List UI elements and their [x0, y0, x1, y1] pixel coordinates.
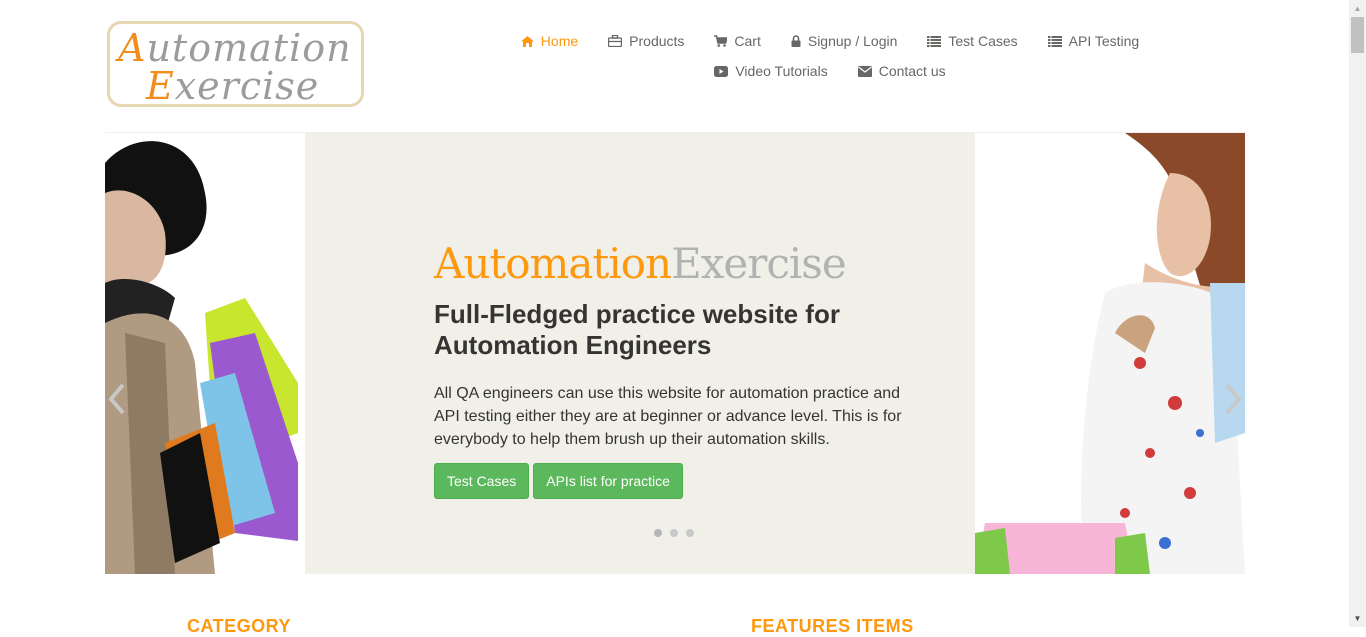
nav-test-cases[interactable]: Test Cases — [912, 33, 1032, 49]
apis-list-button[interactable]: APIs list for practice — [533, 463, 683, 499]
nav-signup-login[interactable]: Signup / Login — [776, 33, 913, 49]
slide-buttons: Test Cases APIs list for practice — [434, 463, 914, 499]
hero-carousel: AutomationExercise Full-Fledged practice… — [105, 133, 1245, 574]
chevron-right-icon — [1225, 383, 1242, 415]
nav-signup-login-label: Signup / Login — [807, 33, 898, 49]
nav-contact-us-label: Contact us — [878, 63, 946, 79]
chevron-left-icon — [108, 383, 125, 415]
slide-description: All QA engineers can use this website fo… — [434, 385, 902, 448]
slide-brand-title: AutomationExercise — [434, 239, 847, 288]
site-logo[interactable]: Automation Exercise — [107, 21, 364, 107]
slide-headline: Full-Fledged practice website for Automa… — [434, 299, 840, 360]
nav-cart[interactable]: Cart — [699, 33, 775, 49]
hero-model-left-image — [105, 133, 305, 574]
nav-contact-us[interactable]: Contact us — [843, 63, 961, 79]
home-icon — [520, 35, 534, 47]
carousel-indicators — [654, 529, 694, 537]
list-icon — [927, 35, 942, 47]
logo-line-2: Exercise — [146, 64, 320, 107]
scrollbar-thumb[interactable] — [1351, 17, 1364, 53]
main-nav: Home Products Cart Signup / Login Test C… — [500, 26, 1160, 86]
carousel-next-button[interactable] — [1217, 379, 1245, 419]
nav-api-testing-label: API Testing — [1068, 33, 1140, 49]
carousel-slide: AutomationExercise Full-Fledged practice… — [434, 243, 914, 499]
carousel-indicator-3[interactable] — [686, 529, 694, 537]
nav-test-cases-label: Test Cases — [948, 33, 1018, 49]
scroll-down-arrow-icon[interactable]: ▼ — [1349, 610, 1366, 627]
shopping-cart-icon — [714, 35, 728, 47]
envelope-icon — [857, 65, 872, 77]
briefcase-icon — [608, 35, 623, 47]
page-scrollbar[interactable]: ▲ ▼ — [1349, 0, 1366, 627]
carousel-indicator-2[interactable] — [670, 529, 678, 537]
nav-video-tutorials-label: Video Tutorials — [735, 63, 828, 79]
hero-model-right-image — [975, 133, 1245, 574]
nav-products[interactable]: Products — [593, 33, 699, 49]
nav-cart-label: Cart — [734, 33, 761, 49]
carousel-prev-button[interactable] — [105, 379, 133, 419]
nav-home[interactable]: Home — [506, 33, 593, 49]
site-header: Automation Exercise Home Products Cart S… — [0, 0, 1349, 132]
lock-icon — [791, 35, 801, 47]
scroll-up-arrow-icon[interactable]: ▲ — [1349, 0, 1366, 17]
nav-api-testing[interactable]: API Testing — [1033, 33, 1155, 49]
nav-home-label: Home — [540, 33, 579, 49]
list-icon — [1047, 35, 1062, 47]
nav-video-tutorials[interactable]: Video Tutorials — [699, 63, 842, 79]
carousel-indicator-1[interactable] — [654, 529, 662, 537]
test-cases-button[interactable]: Test Cases — [434, 463, 530, 499]
nav-products-label: Products — [629, 33, 685, 49]
youtube-play-icon — [714, 65, 729, 77]
